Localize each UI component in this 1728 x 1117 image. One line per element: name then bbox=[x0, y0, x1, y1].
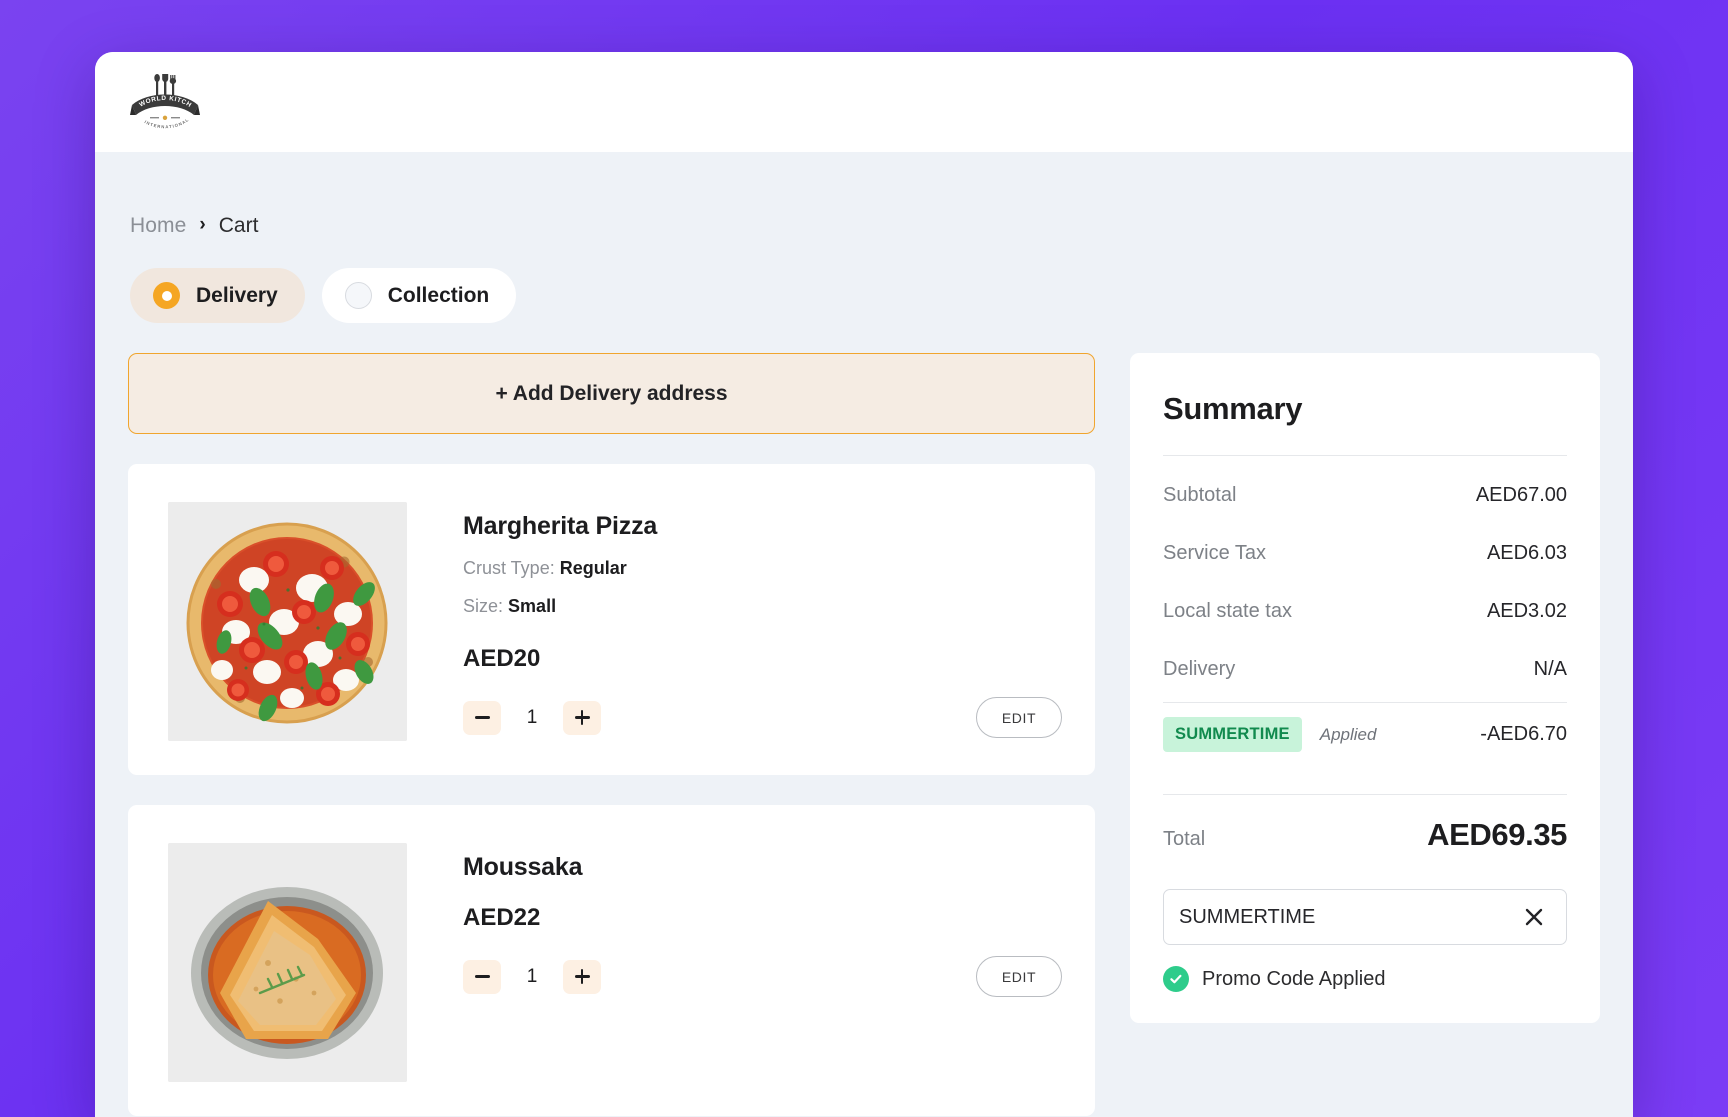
cart-item-details: Moussaka AED22 1 EDIT bbox=[463, 843, 1062, 1082]
fulfilment-mode-toggle: Delivery Collection bbox=[128, 268, 1600, 323]
add-delivery-address-button[interactable]: + Add Delivery address bbox=[128, 353, 1095, 434]
promo-code-badge: SUMMERTIME bbox=[1163, 717, 1302, 752]
mode-option-collection[interactable]: Collection bbox=[321, 268, 517, 323]
check-circle-icon bbox=[1163, 966, 1189, 992]
edit-item-button[interactable]: EDIT bbox=[976, 697, 1062, 738]
margherita-pizza-image bbox=[168, 502, 407, 741]
summary-label: Service Tax bbox=[1163, 542, 1267, 564]
edit-item-button[interactable]: EDIT bbox=[976, 956, 1062, 997]
breadcrumb-current: Cart bbox=[218, 214, 259, 237]
cart-item-row: Margherita Pizza Crust Type: Regular Siz… bbox=[128, 464, 1095, 775]
quantity-value: 1 bbox=[526, 706, 538, 728]
breadcrumb-home-link[interactable]: Home bbox=[130, 214, 186, 238]
total-value: AED69.35 bbox=[1427, 817, 1567, 852]
quantity-value: 1 bbox=[526, 965, 538, 987]
summary-row-local-state-tax: Local state tax AED3.02 bbox=[1163, 572, 1567, 630]
cart-item-actions: 1 EDIT bbox=[463, 697, 1062, 738]
order-summary-column: Summary Subtotal AED67.00 Service Tax AE… bbox=[1130, 353, 1600, 1023]
mode-option-delivery-label: Delivery bbox=[196, 283, 278, 307]
promo-code-field[interactable] bbox=[1163, 889, 1567, 945]
cart-item-price: AED20 bbox=[463, 645, 541, 672]
moussaka-image bbox=[168, 843, 407, 1082]
cart-item-name: Margherita Pizza bbox=[463, 512, 658, 540]
increase-quantity-button[interactable] bbox=[563, 959, 601, 994]
cart-item-details: Margherita Pizza Crust Type: Regular Siz… bbox=[463, 502, 1062, 741]
summary-label: Delivery bbox=[1163, 658, 1236, 680]
plus-icon-vertical bbox=[580, 710, 584, 725]
cart-item-actions: 1 EDIT bbox=[463, 956, 1062, 997]
summary-label: Subtotal bbox=[1163, 484, 1237, 506]
cart-layout: + Add Delivery address Margherita Pizza … bbox=[128, 353, 1600, 1116]
crust-value: Regular bbox=[559, 558, 627, 578]
cart-items-column: + Add Delivery address Margherita Pizza … bbox=[128, 353, 1095, 1116]
summary-row-subtotal: Subtotal AED67.00 bbox=[1163, 456, 1567, 514]
clear-promo-button[interactable] bbox=[1519, 902, 1549, 932]
page-content: Home › Cart Delivery Collection + Add De… bbox=[95, 152, 1633, 1116]
promo-code-input[interactable] bbox=[1179, 905, 1519, 929]
size-value: Small bbox=[508, 596, 557, 616]
quantity-stepper: 1 bbox=[463, 959, 601, 994]
minus-icon bbox=[474, 716, 490, 719]
summary-row-total: Total AED69.35 bbox=[1163, 795, 1567, 877]
summary-value: AED6.03 bbox=[1486, 542, 1567, 564]
summary-label: Local state tax bbox=[1163, 600, 1292, 622]
mode-option-delivery[interactable]: Delivery bbox=[130, 268, 305, 323]
decrease-quantity-button[interactable] bbox=[463, 959, 501, 994]
world-kitchen-logo[interactable]: WORLD KITCHEN INTERNATIONAL bbox=[128, 71, 202, 133]
increase-quantity-button[interactable] bbox=[563, 700, 601, 735]
summary-row-service-tax: Service Tax AED6.03 bbox=[1163, 514, 1567, 572]
cart-item-option-size: Size: Small bbox=[463, 596, 1062, 617]
chevron-right-icon: › bbox=[199, 214, 206, 235]
cart-item-name: Moussaka bbox=[463, 853, 583, 881]
order-summary-card: Summary Subtotal AED67.00 Service Tax AE… bbox=[1130, 353, 1600, 1023]
summary-value: AED3.02 bbox=[1486, 600, 1567, 622]
summary-value: N/A bbox=[1533, 658, 1567, 680]
total-label: Total bbox=[1163, 828, 1206, 850]
breadcrumb: Home › Cart bbox=[128, 152, 1600, 238]
decrease-quantity-button[interactable] bbox=[463, 700, 501, 735]
summary-title: Summary bbox=[1163, 391, 1303, 426]
radio-unselected-icon bbox=[344, 282, 372, 309]
promo-state-label: Applied bbox=[1319, 724, 1377, 744]
promo-discount-value: -AED6.70 bbox=[1480, 723, 1567, 745]
mode-option-collection-label: Collection bbox=[387, 283, 490, 307]
summary-row-promo: SUMMERTIME Applied -AED6.70 bbox=[1163, 703, 1567, 766]
size-label: Size: bbox=[463, 596, 504, 616]
crust-label: Crust Type: bbox=[463, 558, 555, 578]
summary-value: AED67.00 bbox=[1475, 484, 1567, 506]
plus-icon-vertical bbox=[580, 969, 584, 984]
promo-status-text: Promo Code Applied bbox=[1202, 967, 1386, 990]
cart-item-price: AED22 bbox=[463, 904, 541, 931]
promo-status: Promo Code Applied bbox=[1163, 966, 1567, 992]
summary-row-delivery: Delivery N/A bbox=[1163, 630, 1567, 688]
site-header: WORLD KITCHEN INTERNATIONAL bbox=[95, 52, 1633, 152]
radio-selected-icon bbox=[153, 282, 180, 309]
minus-icon bbox=[474, 975, 490, 978]
cart-item-row: Moussaka AED22 1 EDIT bbox=[128, 805, 1095, 1116]
app-window: WORLD KITCHEN INTERNATIONAL Home › C bbox=[95, 52, 1633, 1117]
cart-item-option-crust: Crust Type: Regular bbox=[463, 558, 1062, 579]
quantity-stepper: 1 bbox=[463, 700, 601, 735]
